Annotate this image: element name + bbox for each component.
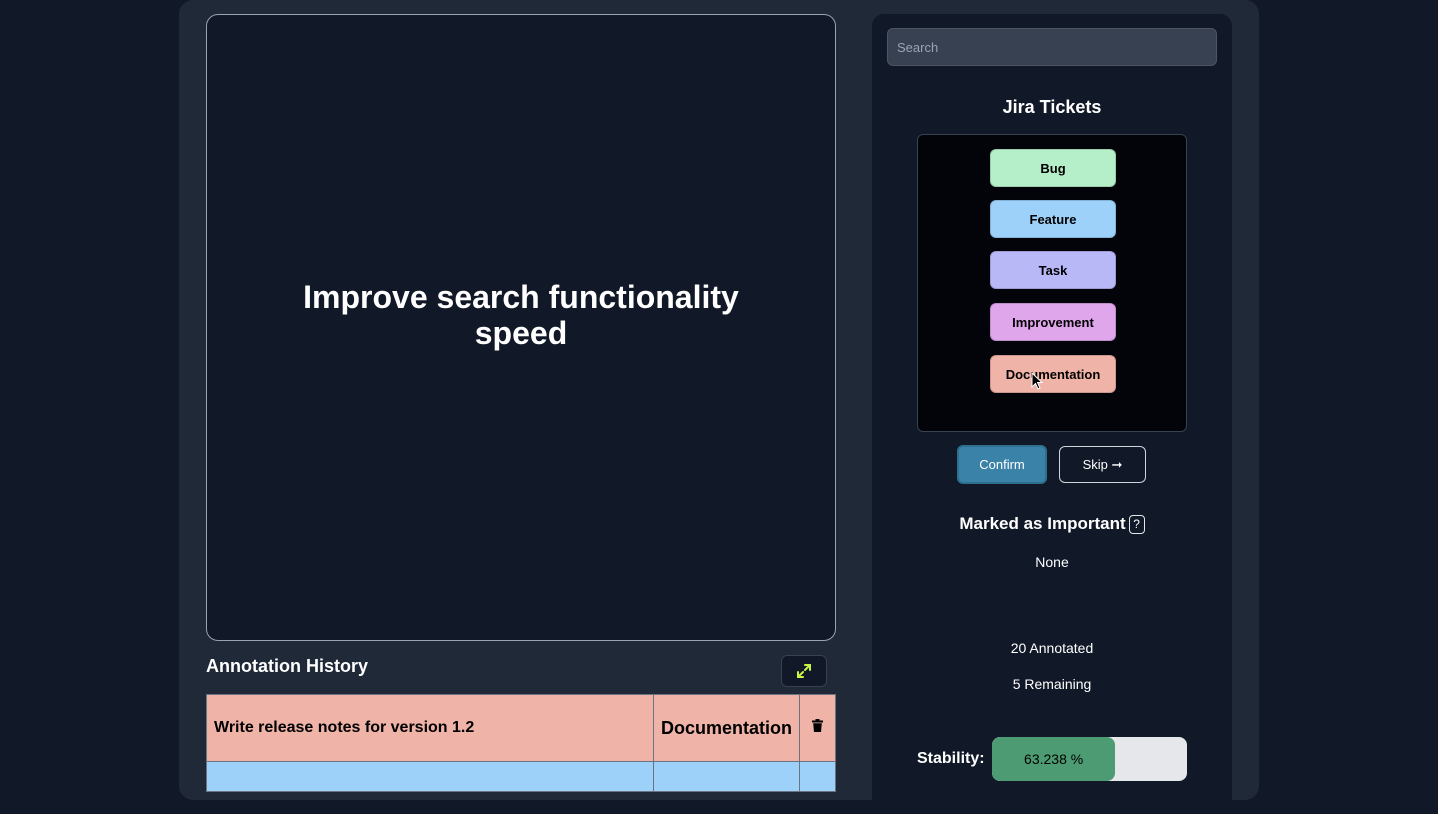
- expand-arrows-icon: [797, 664, 811, 678]
- important-section-title: Marked as Important ?: [872, 514, 1232, 534]
- category-button-documentation[interactable]: Documentation: [990, 355, 1116, 393]
- important-value: None: [1035, 554, 1069, 570]
- history-text-cell: [206, 761, 654, 792]
- annotated-count: 20 Annotated: [1010, 640, 1094, 656]
- history-table: Write release notes for version 1.2 Docu…: [206, 694, 836, 792]
- category-button-bug[interactable]: Bug: [990, 149, 1116, 187]
- trash-icon[interactable]: [812, 719, 823, 732]
- table-row: [206, 761, 836, 792]
- history-category-cell: Documentation: [652, 694, 801, 762]
- search-input[interactable]: [887, 28, 1217, 66]
- table-row: Write release notes for version 1.2 Docu…: [206, 694, 836, 762]
- text-display-card: Improve search functionality speed: [206, 14, 836, 641]
- history-title: Annotation History: [206, 656, 368, 676]
- expand-button[interactable]: [781, 655, 827, 687]
- skip-button[interactable]: Skip ➞: [1059, 446, 1146, 483]
- remaining-count: 5 Remaining: [1012, 676, 1092, 692]
- category-button-feature[interactable]: Feature: [990, 200, 1116, 238]
- category-button-improvement[interactable]: Improvement: [990, 303, 1116, 341]
- history-text-cell: Write release notes for version 1.2: [206, 694, 654, 762]
- stability-label: Stability:: [917, 750, 985, 767]
- stability-bar: 63.238 %: [992, 737, 1187, 781]
- item-text: Improve search functionality speed: [303, 278, 739, 351]
- history-category-cell: [652, 761, 801, 792]
- category-list: Bug Feature Task Improvement Documentati…: [917, 134, 1187, 432]
- confirm-button[interactable]: Confirm: [957, 445, 1047, 484]
- delete-cell[interactable]: [799, 694, 836, 762]
- delete-cell[interactable]: [799, 761, 836, 792]
- stability-bar-fill: 63.238 %: [992, 737, 1116, 781]
- category-panel-title: Jira Tickets: [1002, 97, 1102, 117]
- mouse-cursor-icon: [1031, 372, 1043, 390]
- help-icon[interactable]: ?: [1128, 514, 1145, 534]
- important-title-text: Marked as Important: [959, 514, 1126, 533]
- category-button-task[interactable]: Task: [990, 251, 1116, 289]
